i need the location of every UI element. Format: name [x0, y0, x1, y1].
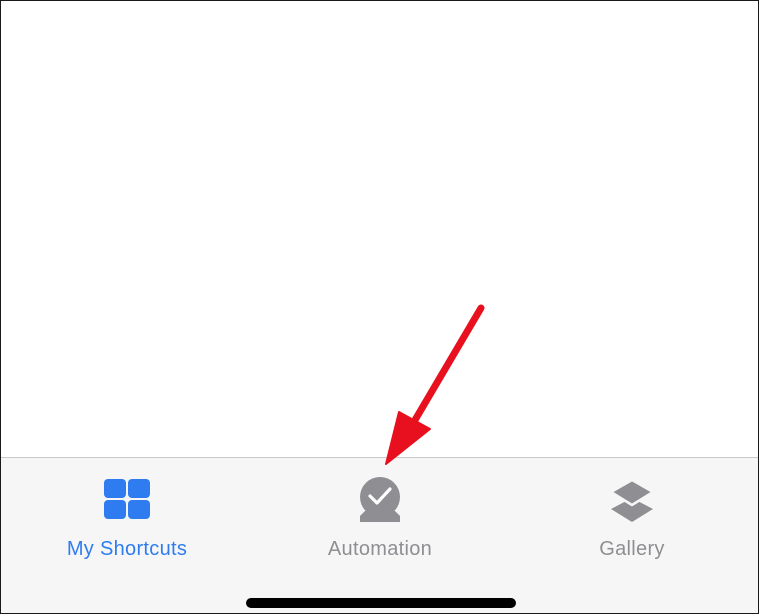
tab-bar: My Shortcuts Automation Gallery	[1, 457, 758, 613]
layers-icon	[609, 478, 655, 522]
tab-automation-label: Automation	[327, 538, 433, 560]
tab-automation[interactable]: Automation	[280, 458, 480, 568]
app-screen: My Shortcuts Automation Gallery	[0, 0, 759, 614]
tab-gallery-label: Gallery	[599, 538, 665, 560]
content-area	[1, 1, 758, 457]
tab-gallery[interactable]: Gallery	[532, 458, 732, 568]
home-indicator	[246, 598, 516, 608]
grid-icon	[104, 479, 150, 519]
tab-my-shortcuts-label: My Shortcuts	[66, 538, 188, 560]
tab-my-shortcuts[interactable]: My Shortcuts	[27, 458, 227, 568]
clock-check-icon	[360, 477, 400, 522]
